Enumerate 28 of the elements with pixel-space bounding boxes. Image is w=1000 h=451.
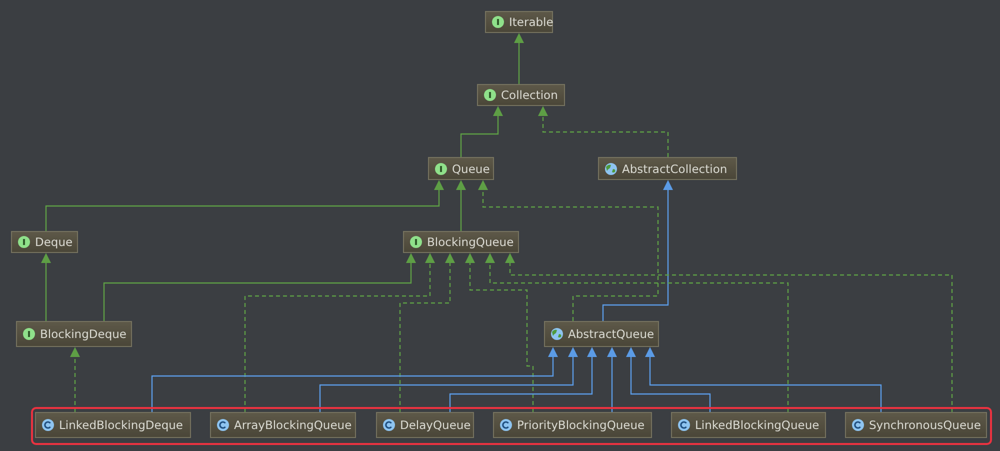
class-name: LinkedBlockingDeque xyxy=(59,418,183,432)
class-node[interactable]: BlockingDeque xyxy=(16,321,132,347)
class-name: Deque xyxy=(35,235,73,249)
class-name: ArrayBlockingQueue xyxy=(234,418,352,432)
class-name: AbstractQueue xyxy=(568,327,654,341)
class-node[interactable]: BlockingQueue xyxy=(403,231,519,253)
class-node[interactable]: LinkedBlockingDeque xyxy=(35,412,191,438)
class-name: BlockingQueue xyxy=(427,235,514,249)
class-node[interactable]: SynchronousQueue xyxy=(845,412,987,438)
class-name: Iterable xyxy=(509,15,554,29)
class-name: BlockingDeque xyxy=(40,327,126,341)
class-node[interactable]: DelayQueue xyxy=(376,412,474,438)
class-node[interactable]: LinkedBlockingQueue xyxy=(671,412,826,438)
class-name: DelayQueue xyxy=(400,418,471,432)
class-name: SynchronousQueue xyxy=(869,418,981,432)
class-node[interactable]: Collection xyxy=(477,84,565,106)
class-node[interactable]: PriorityBlockingQueue xyxy=(493,412,652,438)
class-node[interactable]: Queue xyxy=(428,157,494,180)
class-name: PriorityBlockingQueue xyxy=(517,418,645,432)
class-node[interactable]: Deque xyxy=(11,231,78,253)
class-name: LinkedBlockingQueue xyxy=(695,418,820,432)
class-node[interactable]: AbstractCollection xyxy=(598,157,737,180)
class-node[interactable]: AbstractQueue xyxy=(544,321,659,347)
class-node[interactable]: ArrayBlockingQueue xyxy=(210,412,356,438)
class-node[interactable]: Iterable xyxy=(485,11,553,33)
class-name: AbstractCollection xyxy=(622,162,728,176)
class-name: Collection xyxy=(501,88,558,102)
class-name: Queue xyxy=(452,162,490,176)
